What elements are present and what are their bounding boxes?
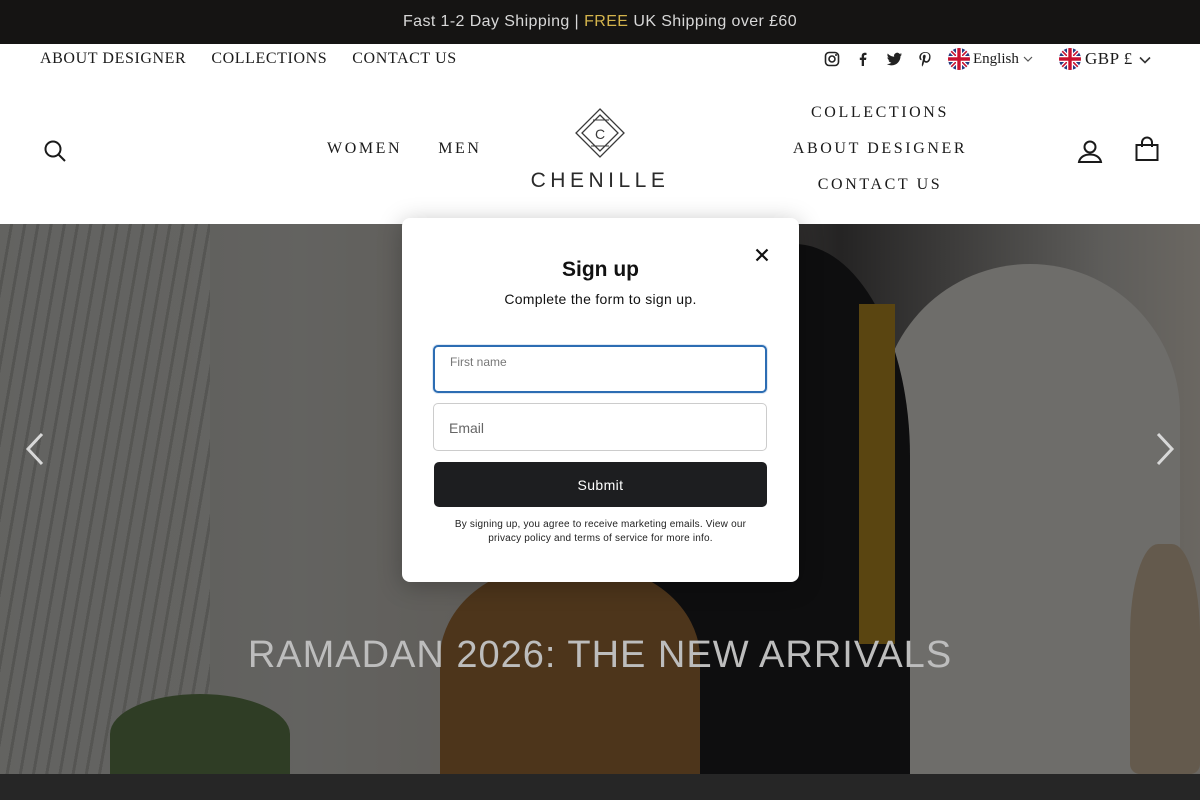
signup-modal: Sign up Complete the form to sign up. Fi… (402, 218, 799, 582)
announcement-suffix: UK Shipping over £60 (633, 13, 798, 30)
modal-title: Sign up (562, 258, 639, 281)
submit-button[interactable]: Submit (434, 462, 767, 507)
legal-text: By signing up, you agree to receive mark… (454, 519, 747, 544)
modal-subtitle: Complete the form to sign up. (504, 291, 697, 307)
email-input[interactable] (449, 419, 749, 437)
first-name-input[interactable] (450, 369, 750, 387)
announcement-bar: Fast 1-2 Day Shipping | FREE UK Shipping… (0, 0, 1200, 44)
announcement-prefix: Fast 1-2 Day Shipping | (402, 13, 580, 30)
announcement-highlight: FREE (584, 13, 629, 30)
first-name-field[interactable]: First name (433, 345, 767, 393)
first-name-label: First name (450, 355, 507, 369)
email-field[interactable] (433, 403, 767, 451)
